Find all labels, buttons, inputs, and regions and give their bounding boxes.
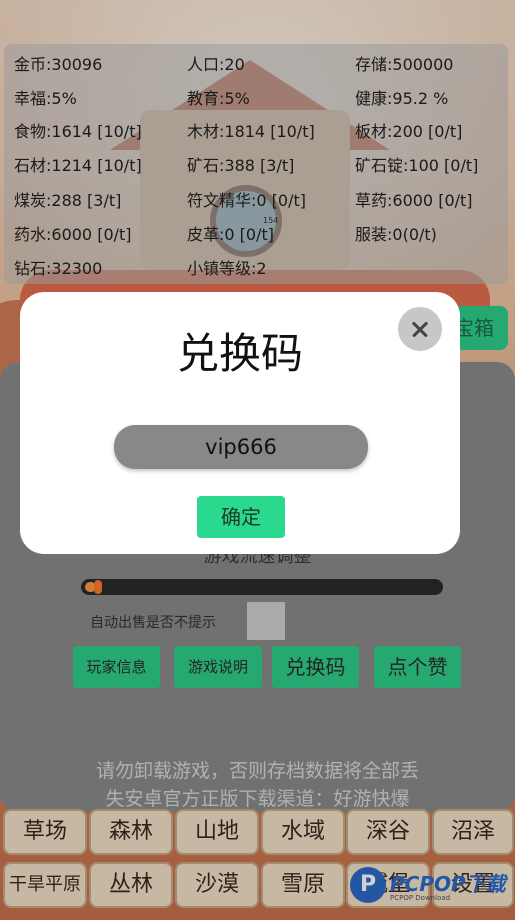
dialog-title: 兑换码 bbox=[176, 329, 303, 378]
redeem-code-dialog: 兑换码 确定 bbox=[20, 292, 460, 554]
confirm-button[interactable]: 确定 bbox=[197, 496, 285, 538]
redeem-code-input[interactable] bbox=[114, 425, 368, 469]
close-icon[interactable] bbox=[398, 307, 442, 351]
